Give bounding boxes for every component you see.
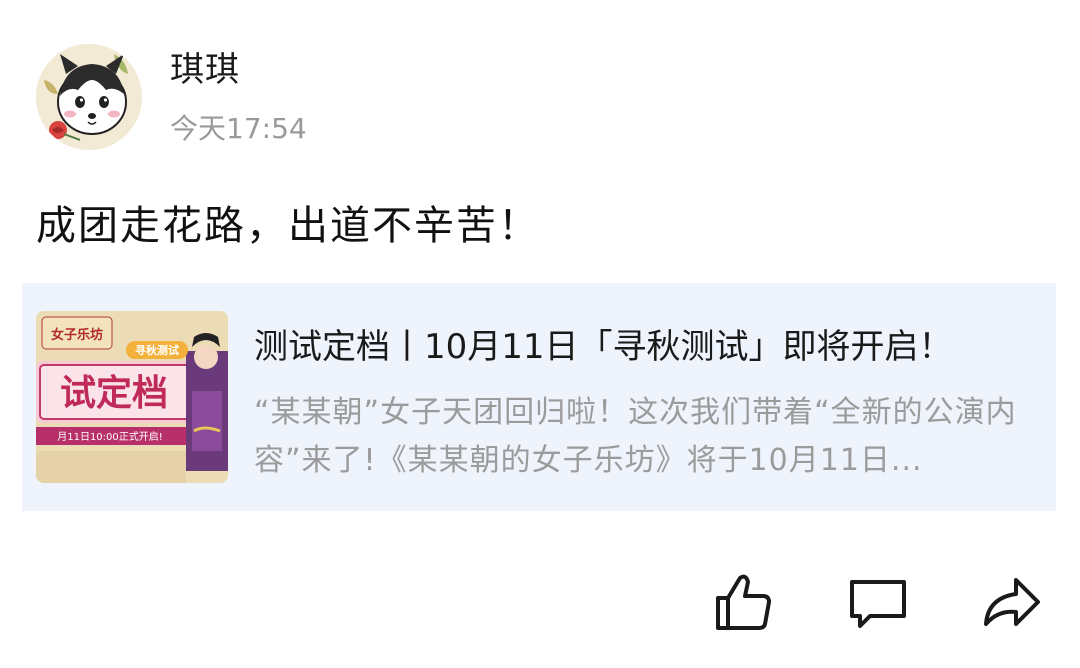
thumb-tag-text: 寻秋测试 — [135, 343, 179, 357]
post-timestamp: 今天17:54 — [170, 112, 307, 145]
post-text: 成团走花路，出道不辛苦！ — [36, 203, 540, 249]
link-card-title: 测试定档丨10月11日「寻秋测试」即将开启！ — [254, 327, 953, 367]
link-card-summary: “某某朝”女子天团回归啦！这次我们带着“全新的公演内容”来了!《某某朝的女子乐坊… — [254, 395, 1017, 478]
comment-button[interactable] — [846, 570, 910, 634]
thumb-logo-text: 女子乐坊 — [51, 327, 103, 343]
thumbs-up-icon — [716, 574, 771, 630]
thumbnail-image: 女子乐坊 寻秋测试 试定档 月11日10:00正式开启! — [36, 311, 228, 483]
username[interactable]: 琪琪 — [170, 48, 240, 92]
link-card[interactable]: 女子乐坊 寻秋测试 试定档 月11日10:00正式开启! 测试定档丨10月11日… — [22, 283, 1056, 511]
share-icon — [984, 578, 1040, 626]
husky-dog-avatar-icon — [36, 44, 142, 150]
like-button[interactable] — [712, 570, 776, 634]
post-card: 琪琪 今天17:54 成团走花路，出道不辛苦！ 女子乐坊 寻秋测试 试定档 月1… — [0, 0, 1080, 668]
thumb-headline: 试定档 — [60, 373, 168, 414]
avatar[interactable] — [36, 44, 142, 150]
thumb-subline: 月11日10:00正式开启! — [57, 430, 163, 443]
share-button[interactable] — [980, 570, 1044, 634]
comment-icon — [850, 580, 906, 628]
link-card-thumbnail: 女子乐坊 寻秋测试 试定档 月11日10:00正式开启! — [36, 311, 228, 483]
action-bar — [0, 570, 1080, 640]
